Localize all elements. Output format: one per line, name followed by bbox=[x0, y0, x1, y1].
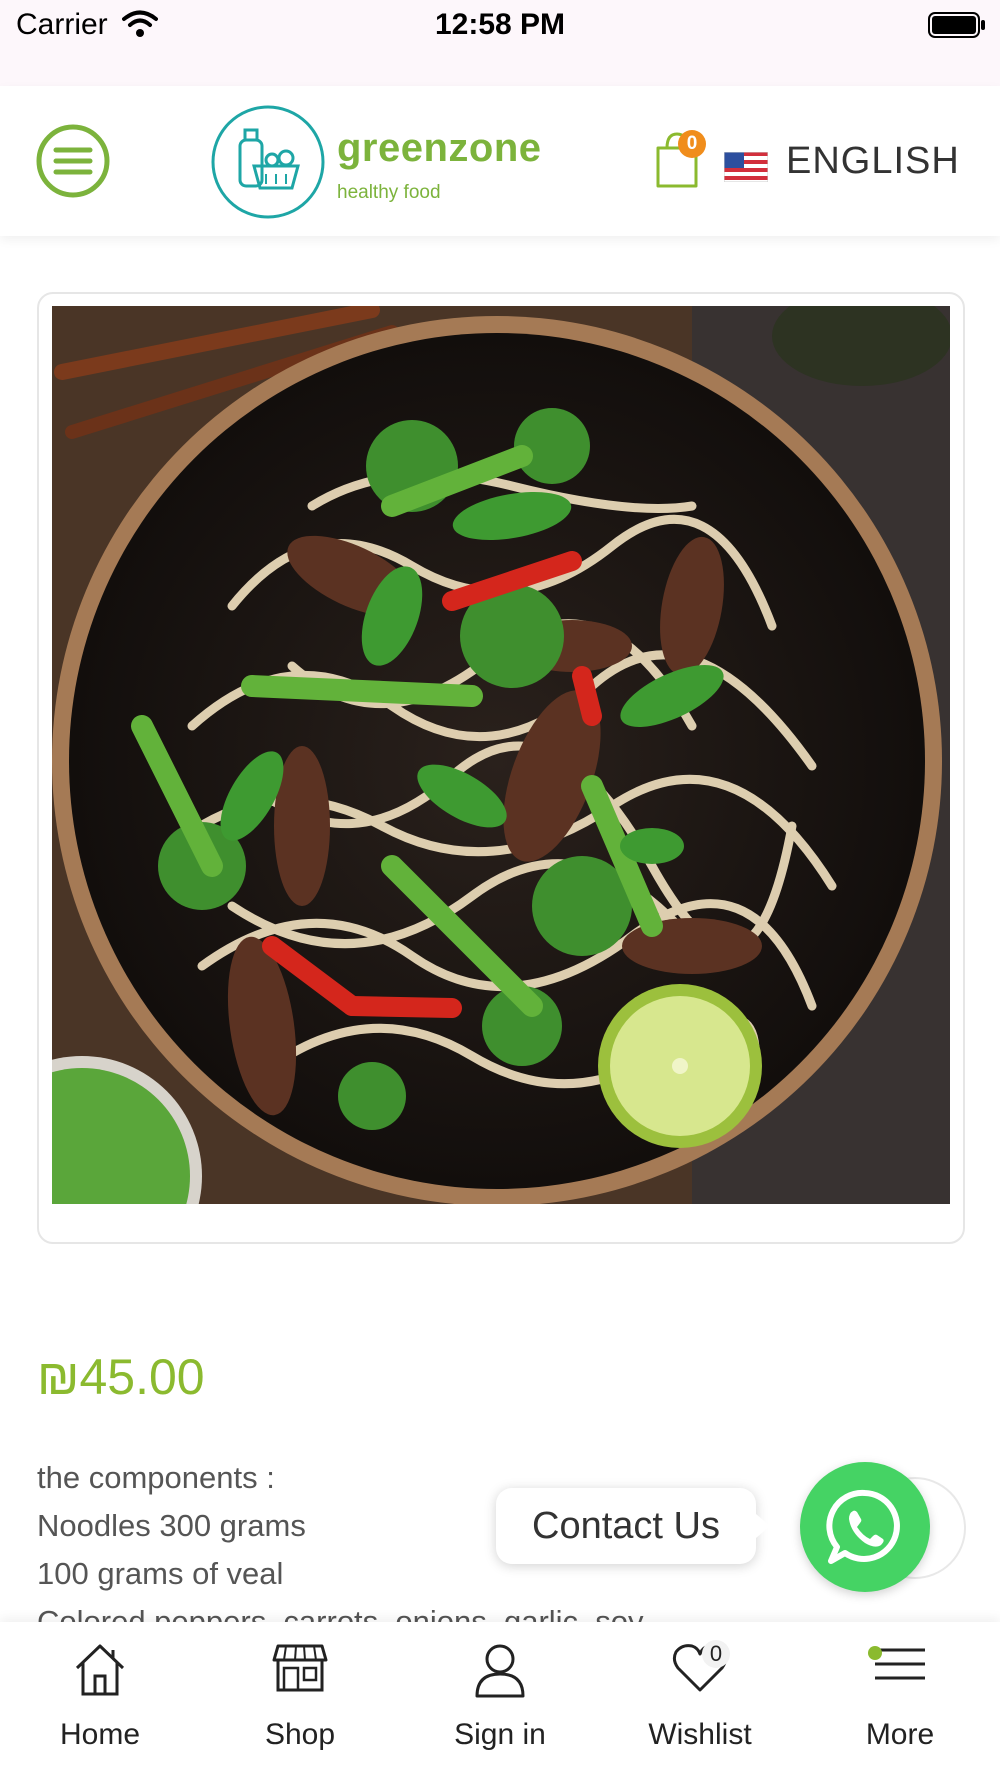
battery-icon bbox=[928, 12, 986, 43]
language-selector[interactable]: ENGLISH bbox=[786, 140, 960, 183]
nav-more-label: More bbox=[865, 1718, 935, 1751]
menu-lines-icon bbox=[800, 1642, 1000, 1702]
nav-shop[interactable]: Shop bbox=[200, 1622, 400, 1778]
brand-tagline: healthy food bbox=[337, 182, 441, 203]
product-photo[interactable] bbox=[52, 306, 950, 1204]
nav-sign-in[interactable]: Sign in bbox=[400, 1622, 600, 1778]
status-bar: Carrier 12:58 PM bbox=[0, 0, 1000, 86]
brand-name: greenzone bbox=[337, 126, 542, 170]
us-flag-icon[interactable] bbox=[723, 151, 769, 187]
nav-home[interactable]: Home bbox=[0, 1622, 200, 1778]
cart-count-badge: 0 bbox=[678, 130, 706, 158]
clock: 12:58 PM bbox=[434, 8, 566, 41]
nav-more[interactable]: More bbox=[800, 1622, 1000, 1778]
nav-wishlist[interactable]: Wishlist bbox=[600, 1622, 800, 1778]
wishlist-count-badge: 0 bbox=[702, 1640, 730, 1668]
product-price: ₪45.00 bbox=[37, 1349, 205, 1405]
heart-icon bbox=[600, 1642, 800, 1702]
logo-basket-icon bbox=[211, 105, 325, 219]
home-icon bbox=[0, 1642, 200, 1702]
user-icon bbox=[400, 1642, 600, 1702]
contact-us-bubble[interactable]: Contact Us bbox=[496, 1488, 770, 1564]
nav-wishlist-label: Wishlist bbox=[648, 1718, 752, 1751]
whatsapp-button[interactable] bbox=[800, 1462, 930, 1592]
bottom-navigation: Home Shop Sign in Wishlist 0 More bbox=[0, 1622, 1000, 1778]
app-header: greenzone healthy food 0 ENGLISH bbox=[0, 86, 1000, 236]
shop-icon bbox=[200, 1642, 400, 1702]
hamburger-icon[interactable] bbox=[36, 124, 110, 198]
more-indicator-dot bbox=[868, 1646, 882, 1660]
whatsapp-icon bbox=[826, 1489, 900, 1564]
nav-home-label: Home bbox=[59, 1718, 141, 1751]
brand-logo[interactable]: greenzone healthy food bbox=[210, 104, 542, 220]
nav-sign-in-label: Sign in bbox=[454, 1718, 546, 1751]
product-image-card bbox=[37, 292, 965, 1244]
nav-shop-label: Shop bbox=[264, 1718, 336, 1751]
